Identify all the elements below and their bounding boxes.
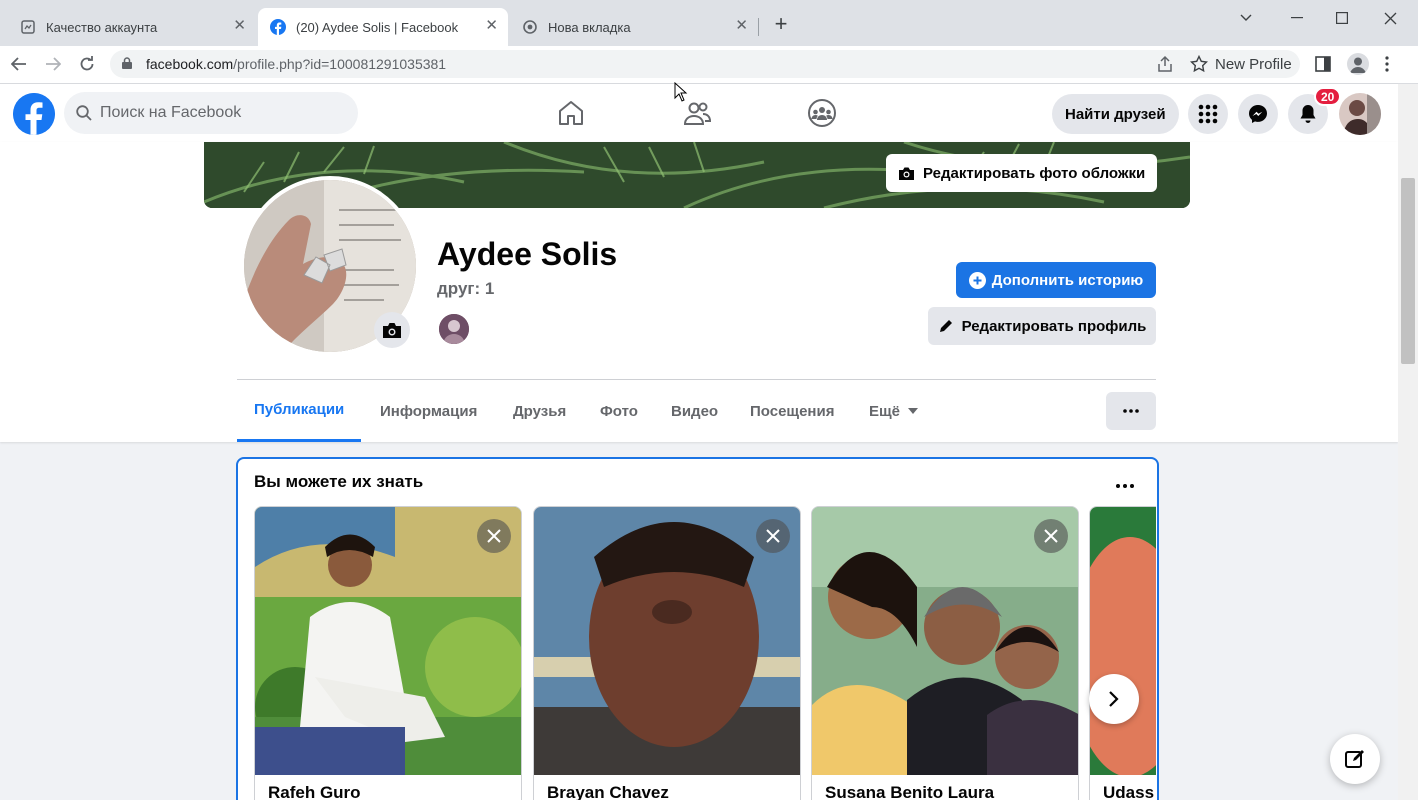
tab-videos[interactable]: Видео <box>654 380 735 442</box>
tab-friends[interactable]: Друзья <box>496 380 583 442</box>
new-message-compose-icon[interactable] <box>1330 734 1380 784</box>
person-name[interactable]: Susana Benito Laura <box>825 783 994 800</box>
share-icon[interactable] <box>1156 55 1174 78</box>
browser-tab-new[interactable]: Нова вкладка ✕ <box>510 8 758 46</box>
tab-posts[interactable]: Публикации <box>237 380 362 442</box>
person-card[interactable]: Rafeh Guro <box>254 506 522 800</box>
person-card[interactable]: Susana Benito Laura <box>811 506 1079 800</box>
edit-profile-label: Редактировать профиль <box>961 317 1147 335</box>
tab-more-label: Ещё <box>869 402 901 420</box>
person-name[interactable]: Udass <box>1103 783 1154 800</box>
facebook-search-input[interactable]: Поиск на Facebook <box>64 92 358 134</box>
tab-separator <box>758 18 759 36</box>
browser-tab-facebook[interactable]: (20) Aydee Solis | Facebook ✕ <box>258 8 508 46</box>
window-close-icon[interactable] <box>1375 8 1405 28</box>
caret-down-icon <box>908 408 919 414</box>
tab-title: Нова вкладка <box>548 19 631 35</box>
person-photo <box>255 507 521 775</box>
find-friends-button[interactable]: Найти друзей <box>1052 94 1179 134</box>
url-host: facebook.com <box>146 56 234 72</box>
profile-label[interactable]: New Profile <box>1215 56 1292 73</box>
person-photo <box>812 507 1078 775</box>
pymk-carousel: Rafeh Guro Brayan Chavez Susana Benito L… <box>254 506 1156 800</box>
camera-icon <box>898 166 915 181</box>
home-icon[interactable] <box>556 98 586 133</box>
edit-cover-photo-button[interactable]: Редактировать фото обложки <box>886 154 1158 192</box>
dismiss-x-icon[interactable] <box>1034 519 1068 553</box>
profile-more-options-button[interactable] <box>1106 392 1156 430</box>
tab-about[interactable]: Информация <box>363 380 494 442</box>
carousel-next-arrow-icon[interactable] <box>1089 674 1139 724</box>
pymk-title: Вы можете их знать <box>254 472 424 491</box>
person-card[interactable]: Udass <box>1089 506 1156 800</box>
tab-title: (20) Aydee Solis | Facebook <box>296 19 459 35</box>
reload-icon[interactable] <box>72 46 102 82</box>
dismiss-x-icon[interactable] <box>477 519 511 553</box>
friend-count[interactable]: друг: 1 <box>437 279 494 299</box>
groups-icon[interactable] <box>807 98 837 133</box>
browser-avatar-icon[interactable] <box>1347 53 1369 75</box>
add-to-story-button[interactable]: Дополнить историю <box>956 262 1156 298</box>
tab-photos[interactable]: Фото <box>583 380 655 442</box>
pymk-more-options-icon[interactable] <box>1116 472 1134 493</box>
search-placeholder: Поиск на Facebook <box>100 104 242 121</box>
account-avatar[interactable] <box>1339 93 1381 135</box>
add-story-label: Дополнить историю <box>991 271 1144 289</box>
edit-cover-label: Редактировать фото обложки <box>923 164 1146 182</box>
edit-profile-button[interactable]: Редактировать профиль <box>928 307 1156 345</box>
pencil-icon <box>938 318 954 334</box>
update-profile-picture-camera-icon[interactable] <box>374 312 410 348</box>
facebook-logo-icon[interactable] <box>13 93 55 135</box>
browser-toolbar: facebook.com/profile.php?id=100081291035… <box>0 46 1418 84</box>
kebab-menu-icon[interactable] <box>1385 56 1389 77</box>
address-bar[interactable]: facebook.com/profile.php?id=100081291035… <box>110 50 1300 78</box>
close-tab-icon[interactable]: ✕ <box>485 18 498 34</box>
url-path: /profile.php?id=100081291035381 <box>233 56 447 72</box>
facebook-header: Поиск на Facebook Найти друзей 20 <box>0 84 1398 142</box>
messenger-icon[interactable] <box>1238 94 1278 134</box>
person-photo <box>1090 507 1156 775</box>
person-photo <box>534 507 800 775</box>
plus-circle-icon <box>968 271 986 289</box>
person-name[interactable]: Rafeh Guro <box>268 783 361 800</box>
tab-more[interactable]: Ещё <box>852 380 935 442</box>
browser-tab-bar: Качество аккаунта ✕ (20) Aydee Solis | F… <box>0 0 1418 46</box>
forward-arrow-icon[interactable] <box>38 46 68 82</box>
scrollbar-thumb[interactable] <box>1401 178 1415 364</box>
back-arrow-icon[interactable] <box>4 46 34 82</box>
person-name[interactable]: Brayan Chavez <box>547 783 669 800</box>
facebook-favicon-icon <box>270 19 286 35</box>
browser-tab-account-quality[interactable]: Качество аккаунта ✕ <box>8 8 256 46</box>
menu-grid-icon[interactable] <box>1188 94 1228 134</box>
minimize-icon[interactable] <box>1282 8 1312 28</box>
friend-avatar[interactable] <box>437 312 471 346</box>
tab-checkins[interactable]: Посещения <box>733 380 851 442</box>
side-panel-icon[interactable] <box>1315 56 1331 77</box>
chrome-icon <box>522 19 538 35</box>
profile-name: Aydee Solis <box>437 236 618 272</box>
person-card[interactable]: Brayan Chavez <box>533 506 801 800</box>
page-icon <box>20 19 36 35</box>
close-tab-icon[interactable]: ✕ <box>735 18 748 34</box>
dismiss-x-icon[interactable] <box>756 519 790 553</box>
new-tab-plus-icon[interactable]: + <box>770 13 792 36</box>
tab-search-chevron-icon[interactable] <box>1231 8 1261 28</box>
tab-title: Качество аккаунта <box>46 19 158 35</box>
notification-count-badge: 20 <box>1314 87 1342 106</box>
maximize-icon[interactable] <box>1327 8 1357 28</box>
search-icon <box>76 105 92 121</box>
mouse-cursor-icon <box>674 81 688 107</box>
close-tab-icon[interactable]: ✕ <box>233 18 246 34</box>
lock-icon <box>122 56 136 72</box>
more-dots-icon <box>1123 409 1139 413</box>
bookmark-star-icon[interactable] <box>1189 54 1209 78</box>
